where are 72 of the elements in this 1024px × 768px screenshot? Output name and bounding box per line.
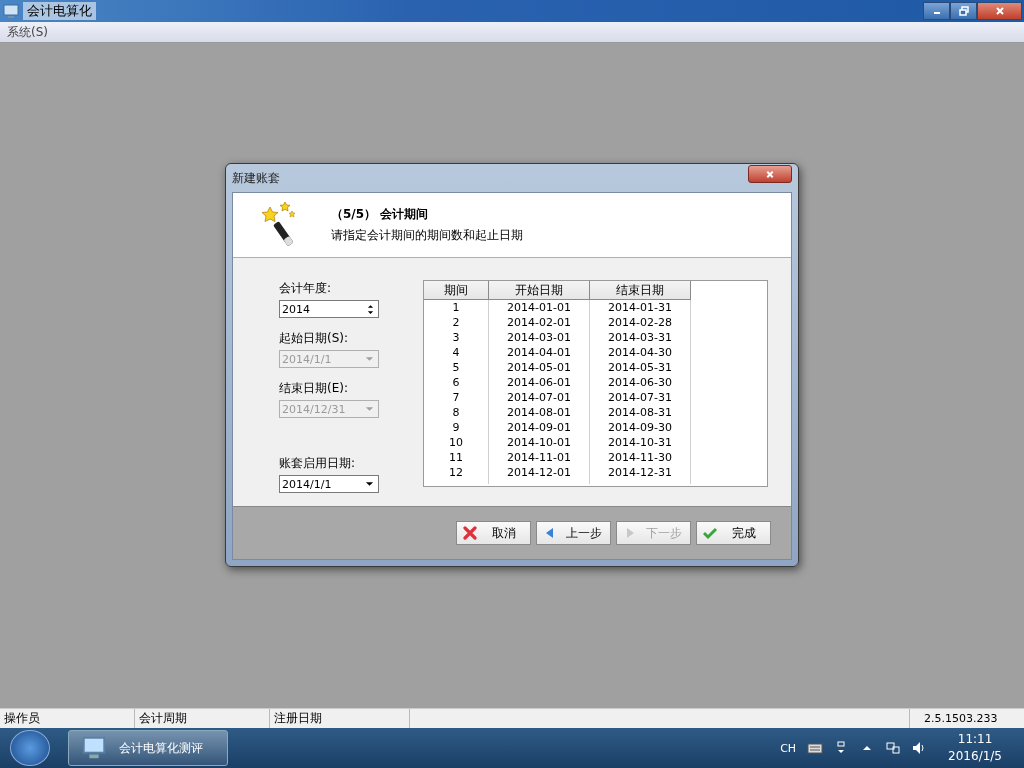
table-cell: 2014-06-30	[589, 375, 691, 390]
table-cell: 12	[424, 465, 489, 480]
date-dropdown[interactable]: 2014/1/1	[279, 475, 379, 493]
table-cell: 4	[424, 345, 489, 360]
restore-icon[interactable]	[958, 6, 969, 16]
language-indicator[interactable]: CH	[780, 741, 797, 755]
minimize-button[interactable]	[923, 2, 950, 20]
table-cell: 2014-12-01	[488, 465, 590, 480]
table-cell: 2014-05-31	[589, 360, 691, 375]
finish-button[interactable]: 完成	[696, 521, 771, 545]
step-description: 请指定会计期间的期间数和起止日期	[331, 227, 523, 244]
table-cell: 11	[424, 450, 489, 465]
restore-button[interactable]	[950, 2, 977, 20]
checkmark-icon[interactable]	[703, 526, 717, 540]
table-cell: 2014-04-01	[488, 345, 590, 360]
start-button[interactable]	[10, 730, 50, 766]
dropdown-arrow-icon[interactable]	[365, 481, 374, 487]
table-cell: 10	[424, 435, 489, 450]
close-button[interactable]	[748, 165, 792, 183]
table-cell: 2014-12-31	[589, 465, 691, 480]
field-label: 结束日期(E):	[279, 380, 349, 397]
table-cell: 9	[424, 420, 489, 435]
field-label: 会计年度:	[279, 280, 333, 297]
table-cell: 2014-09-01	[488, 420, 590, 435]
cross-icon[interactable]	[463, 526, 477, 540]
table-cell: 6	[424, 375, 489, 390]
table-cell: 2014-07-31	[589, 390, 691, 405]
field-label: 账套启用日期:	[279, 455, 357, 472]
clock[interactable]: 11:11 2016/1/5	[948, 731, 1002, 765]
table-cell: 8	[424, 405, 489, 420]
close-button[interactable]	[977, 2, 1022, 20]
table-cell: 2014-10-01	[488, 435, 590, 450]
table-cell: 1	[424, 299, 489, 315]
monitor-icon[interactable]	[81, 735, 107, 761]
monitor-icon	[3, 3, 19, 19]
spin-arrows-icon[interactable]	[367, 303, 374, 315]
field-label: 起始日期(S):	[279, 330, 350, 347]
keyboard-icon[interactable]	[807, 740, 824, 756]
table-cell: 2014-08-31	[589, 405, 691, 420]
table-cell: 2014-10-31	[589, 435, 691, 450]
table-cell: 2014-03-31	[589, 330, 691, 345]
table-cell: 2014-11-01	[488, 450, 590, 465]
table-cell: 2014-05-01	[488, 360, 590, 375]
table-cell: 3	[424, 330, 489, 345]
table-cell: 2014-06-01	[488, 375, 590, 390]
table-cell: 2014-07-01	[488, 390, 590, 405]
table-cell: 2	[424, 315, 489, 330]
table-cell: 5	[424, 360, 489, 375]
network-icon[interactable]	[885, 740, 902, 756]
table-cell: 2014-01-01	[488, 299, 590, 315]
dialog-title: 新建账套	[232, 169, 280, 187]
table-cell: 2014-02-01	[488, 315, 590, 330]
window-title: 会计电算化	[23, 2, 96, 20]
step-heading: （5/5） 会计期间	[331, 206, 430, 223]
close-icon[interactable]	[994, 6, 1005, 16]
table-cell: 2014-08-01	[488, 405, 590, 420]
back-button[interactable]: 上一步	[536, 521, 611, 545]
column-header: 期间	[424, 281, 489, 300]
table-cell: 2014-11-30	[589, 450, 691, 465]
table-cell: 2014-09-30	[589, 420, 691, 435]
menu-item[interactable]: 系统(S)	[0, 23, 55, 41]
table-cell: 2014-01-31	[589, 299, 691, 315]
close-icon[interactable]	[765, 169, 775, 179]
table-cell: 7	[424, 390, 489, 405]
table-cell: 2014-03-01	[488, 330, 590, 345]
table-cell: 2014-02-28	[589, 315, 691, 330]
cancel-button[interactable]: 取消	[456, 521, 531, 545]
column-header: 开始日期	[488, 281, 590, 300]
year-spin-field[interactable]: 2014	[279, 300, 379, 318]
taskbar-app-button[interactable]: 会计电算化测评	[68, 730, 228, 766]
table-cell: 2014-04-30	[589, 345, 691, 360]
column-header: 结束日期	[589, 281, 691, 300]
